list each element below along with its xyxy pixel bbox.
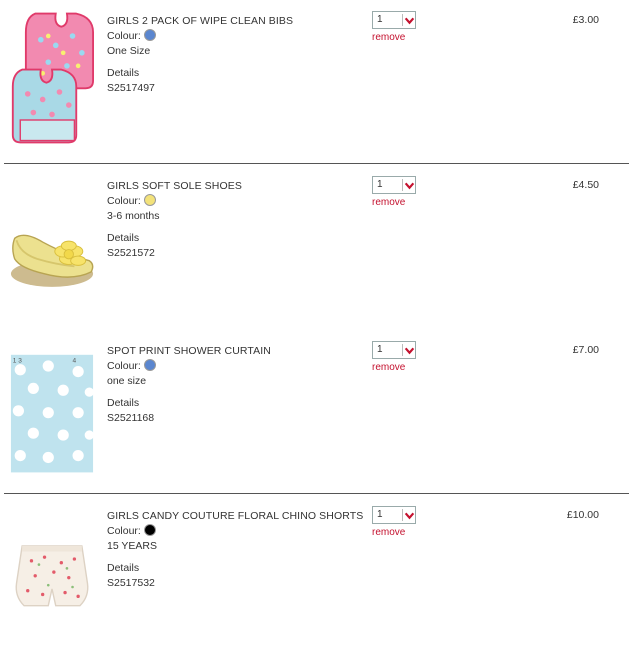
colour-row: Colour:	[107, 359, 271, 374]
item-price: £7.00	[572, 344, 599, 356]
quantity-value: 1	[377, 179, 383, 190]
quantity-select[interactable]: 1	[372, 341, 416, 359]
quantity-value: 1	[377, 14, 383, 25]
product-image-shorts[interactable]	[4, 503, 100, 643]
item-price: £3.00	[572, 14, 599, 26]
product-title[interactable]: GIRLS 2 PACK OF WIPE CLEAN BIBS	[107, 14, 293, 29]
product-code: S2521572	[107, 247, 155, 259]
item-price: £4.50	[572, 179, 599, 191]
remove-link[interactable]: remove	[372, 527, 405, 538]
colour-label: Colour:	[107, 360, 141, 372]
colour-swatch	[143, 524, 156, 536]
product-image-shower-curtain[interactable]: 1 3 4	[4, 338, 100, 478]
size-value: One Size	[107, 45, 151, 57]
product-code: S2517497	[107, 82, 155, 94]
chevron-down-icon	[404, 347, 415, 355]
item-divider	[4, 163, 629, 164]
colour-label: Colour:	[107, 195, 141, 207]
chevron-down-icon	[404, 512, 415, 520]
remove-link[interactable]: remove	[372, 362, 405, 373]
details-label: Details	[107, 397, 140, 409]
basket-item: GIRLS SOFT SOLE SHOES Colour: 3-6 months…	[0, 165, 637, 330]
remove-link[interactable]: remove	[372, 32, 405, 43]
details-label: Details	[107, 232, 140, 244]
basket-item: 1 3 4 SPOT PRINT SHOWER CURTAIN Colour: …	[0, 330, 637, 495]
svg-text:1 3: 1 3	[13, 357, 22, 364]
basket-item: GIRLS 2 PACK OF WIPE CLEAN BIBS Colour: …	[0, 0, 637, 165]
item-price: £10.00	[566, 509, 599, 521]
remove-link[interactable]: remove	[372, 197, 405, 208]
size-value: 3-6 months	[107, 210, 160, 222]
chevron-down-icon	[404, 17, 415, 25]
product-title[interactable]: SPOT PRINT SHOWER CURTAIN	[107, 344, 271, 359]
product-image-bibs[interactable]	[4, 8, 100, 148]
product-title[interactable]: GIRLS SOFT SOLE SHOES	[107, 179, 242, 194]
details-label: Details	[107, 67, 140, 79]
colour-row: Colour:	[107, 524, 363, 539]
size-value: one size	[107, 375, 147, 387]
colour-swatch	[143, 359, 156, 371]
product-code: S2517532	[107, 577, 155, 589]
colour-label: Colour:	[107, 30, 141, 42]
chevron-down-icon	[404, 182, 415, 190]
quantity-select[interactable]: 1	[372, 176, 416, 194]
basket-item: GIRLS CANDY COUTURE FLORAL CHINO SHORTS …	[0, 495, 637, 660]
colour-row: Colour:	[107, 194, 242, 209]
product-title[interactable]: GIRLS CANDY COUTURE FLORAL CHINO SHORTS	[107, 509, 363, 524]
colour-label: Colour:	[107, 525, 141, 537]
product-code: S2521168	[107, 412, 155, 424]
size-value: 15 YEARS	[107, 540, 158, 552]
colour-swatch	[143, 194, 156, 206]
quantity-select[interactable]: 1	[372, 506, 416, 524]
item-divider	[4, 493, 629, 494]
quantity-value: 1	[377, 509, 383, 520]
product-image-shoes[interactable]	[4, 173, 100, 313]
svg-text:4: 4	[73, 357, 77, 364]
quantity-value: 1	[377, 344, 383, 355]
colour-row: Colour:	[107, 29, 293, 44]
quantity-select[interactable]: 1	[372, 11, 416, 29]
details-label: Details	[107, 562, 140, 574]
colour-swatch	[143, 29, 156, 41]
